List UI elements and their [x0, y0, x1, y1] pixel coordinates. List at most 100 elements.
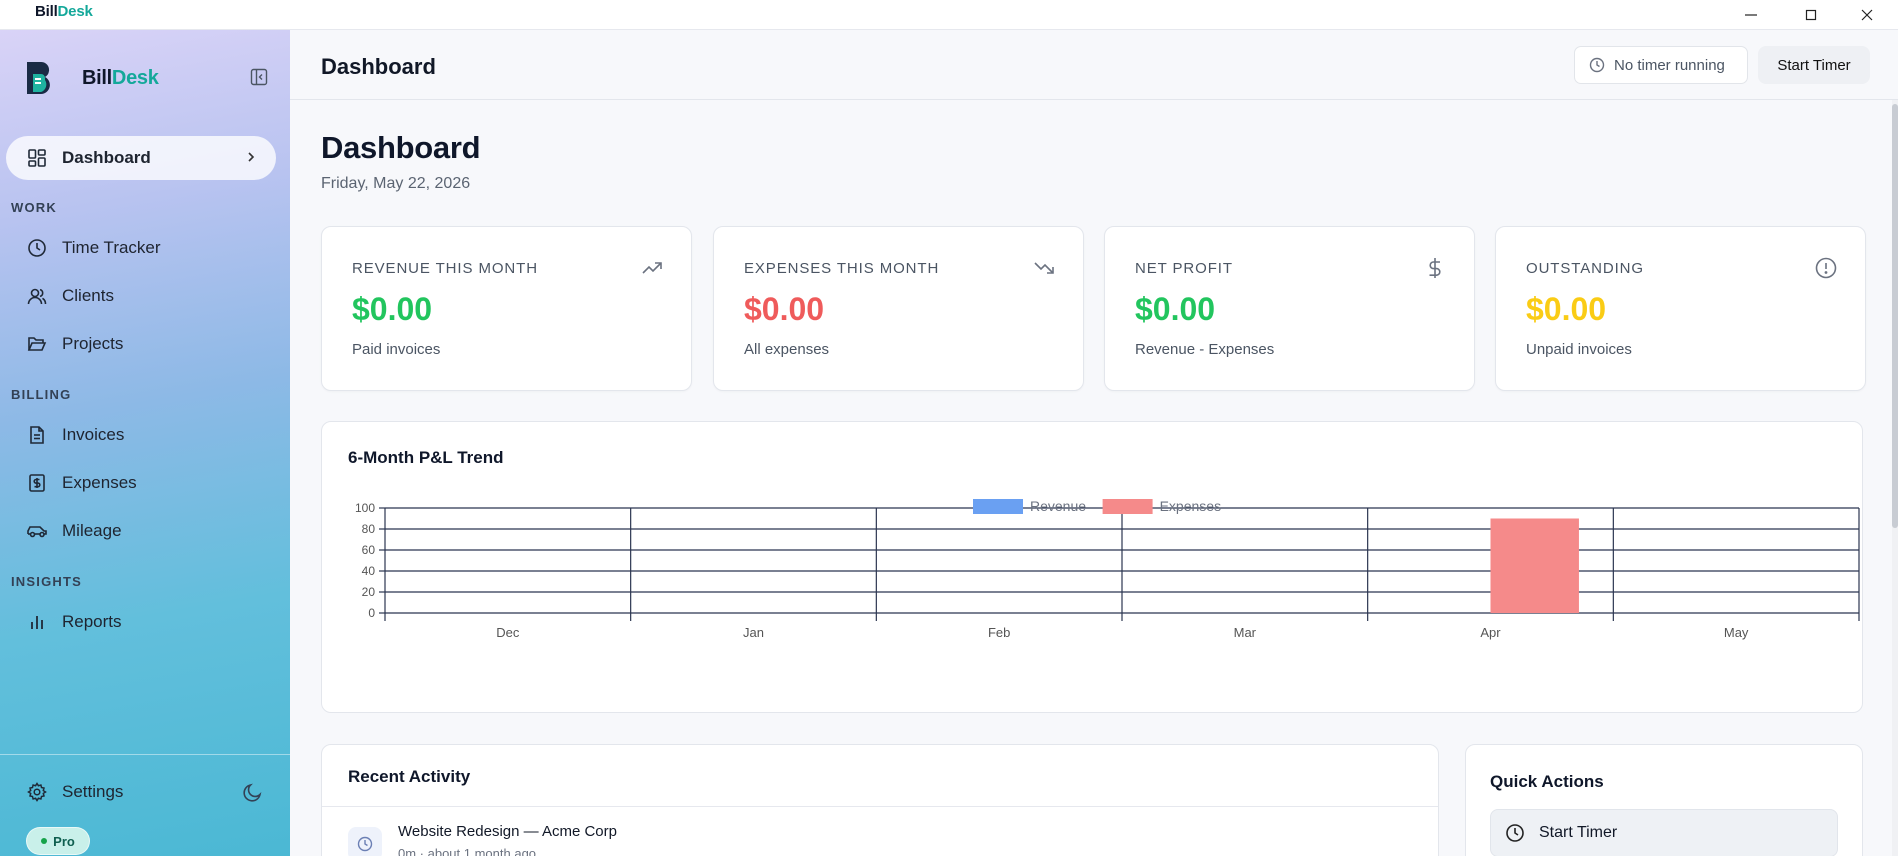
settings-label: Settings [62, 782, 124, 801]
y-tick-label: 80 [362, 522, 376, 536]
logo-icon [27, 61, 50, 94]
stat-card-outstanding: OUTSTANDING $0.00 Unpaid invoices [1495, 226, 1866, 391]
sidebar-item-label: Clients [62, 286, 114, 305]
legend-swatch [973, 499, 1023, 514]
sidebar-item-time-tracker[interactable]: Time Tracker [6, 226, 276, 270]
gear-icon [26, 781, 48, 803]
x-tick-label: Jan [743, 625, 764, 640]
sidebar-item-label: Mileage [62, 521, 122, 540]
stat-label: REVENUE THIS MONTH [352, 260, 538, 277]
activity-title: Recent Activity [348, 767, 471, 786]
section-billing: BILLING [11, 387, 72, 402]
stat-subtitle: Paid invoices [352, 341, 441, 358]
sidebar: BillDesk Dashboard WORK Time Tracker Cli… [0, 30, 290, 856]
x-tick-label: Mar [1234, 625, 1257, 640]
sidebar-item-dashboard[interactable]: Dashboard [6, 136, 276, 180]
legend-label: Expenses [1160, 498, 1221, 514]
sidebar-item-label: Projects [62, 334, 124, 353]
section-insights: INSIGHTS [11, 574, 82, 589]
alert-circle-icon [1815, 257, 1837, 279]
trending-up-icon [642, 262, 662, 274]
plan-badge-label: Pro [53, 833, 75, 849]
car-icon [26, 520, 48, 542]
stat-subtitle: All expenses [744, 341, 830, 358]
legend-swatch [1102, 499, 1153, 514]
bar-expenses [1490, 518, 1579, 613]
page-title: Dashboard [321, 130, 481, 165]
x-tick-label: May [1724, 625, 1749, 640]
sidebar-item-label: Expenses [62, 473, 137, 492]
sidebar-item-label: Time Tracker [62, 238, 161, 257]
file-text-icon [26, 424, 48, 446]
stat-card-expenses: EXPENSES THIS MONTH $0.00 All expenses [713, 226, 1084, 391]
quick-start-timer-label: Start Timer [1539, 824, 1618, 841]
timer-status-text: No timer running [1614, 56, 1725, 74]
bar-chart-icon [26, 611, 48, 633]
sidebar-item-projects[interactable]: Projects [6, 322, 276, 366]
activity-item-meta: 0m · about 1 month ago [398, 846, 537, 856]
quick-start-timer-button[interactable]: Start Timer [1490, 809, 1838, 856]
sidebar-collapse-icon [250, 68, 268, 86]
header-title: Dashboard [321, 54, 436, 79]
sidebar-item-clients[interactable]: Clients [6, 274, 276, 318]
plan-badge: Pro [26, 827, 90, 855]
sidebar-item-settings[interactable]: Settings [26, 781, 123, 803]
clock-icon [1506, 824, 1524, 842]
maximize-button[interactable] [1788, 0, 1834, 30]
stat-value: $0.00 [1526, 291, 1607, 327]
y-tick-label: 40 [362, 564, 376, 578]
sidebar-divider [0, 754, 290, 755]
start-timer-button[interactable]: Start Timer [1758, 46, 1870, 84]
quick-actions-card: Quick Actions Start Timer [1465, 744, 1863, 856]
maximize-icon [1805, 9, 1817, 21]
card-divider [322, 806, 1438, 807]
chevron-right-icon [244, 149, 258, 169]
sidebar-item-label: Reports [62, 612, 122, 631]
stat-subtitle: Revenue - Expenses [1135, 341, 1275, 358]
close-button[interactable] [1844, 0, 1890, 30]
sidebar-item-label: Dashboard [62, 148, 151, 167]
sidebar-item-expenses[interactable]: Expenses [6, 461, 276, 505]
collapse-sidebar-button[interactable] [248, 66, 270, 88]
activity-icon [348, 827, 382, 856]
stat-label: NET PROFIT [1135, 260, 1233, 277]
clock-icon [357, 836, 373, 852]
stat-value: $0.00 [744, 291, 825, 327]
minimize-button[interactable] [1728, 0, 1774, 30]
x-tick-label: Dec [496, 625, 520, 640]
sidebar-item-reports[interactable]: Reports [6, 600, 276, 644]
stat-value: $0.00 [352, 291, 433, 327]
brand-name: BillDesk [82, 66, 159, 89]
moon-icon [243, 783, 262, 802]
sidebar-item-invoices[interactable]: Invoices [6, 413, 276, 457]
list-item[interactable]: Website Redesign — Acme Corp 0m · about … [348, 823, 617, 856]
stat-label: OUTSTANDING [1526, 260, 1644, 277]
stat-value: $0.00 [1135, 291, 1216, 327]
x-tick-label: Feb [988, 625, 1010, 640]
dollar-icon [1429, 258, 1441, 278]
main-scrollbar[interactable] [1892, 100, 1898, 856]
brand[interactable]: BillDesk [24, 58, 159, 98]
minimize-icon [1745, 14, 1757, 16]
clock-icon [26, 237, 48, 259]
users-icon [26, 285, 48, 307]
theme-toggle-button[interactable] [242, 781, 266, 805]
activity-item-title: Website Redesign — Acme Corp [398, 823, 617, 840]
stat-card-revenue: REVENUE THIS MONTH $0.00 Paid invoices [321, 226, 692, 391]
clock-icon [1589, 57, 1605, 73]
section-work: WORK [11, 200, 57, 215]
pl-trend-card: 6-Month P&L Trend 0 20 40 60 80 100 Dec Jan Feb M… [321, 421, 1863, 713]
timer-status[interactable]: No timer running [1574, 46, 1748, 84]
pl-trend-chart: 0 20 40 60 80 100 Dec Jan Feb Mar Apr May Revenue Exp… [355, 498, 1860, 640]
y-tick-label: 60 [362, 543, 376, 557]
scrollbar-thumb[interactable] [1892, 104, 1898, 528]
status-dot [41, 838, 48, 844]
sidebar-item-label: Invoices [62, 425, 125, 444]
legend-label: Revenue [1030, 498, 1086, 514]
dashboard-icon [26, 147, 48, 169]
receipt-icon [26, 472, 48, 494]
top-header: Dashboard No timer running Start Timer [290, 30, 1898, 100]
sidebar-item-mileage[interactable]: Mileage [6, 509, 276, 553]
y-tick-label: 0 [368, 606, 375, 620]
quick-actions-title: Quick Actions [1490, 772, 1604, 791]
